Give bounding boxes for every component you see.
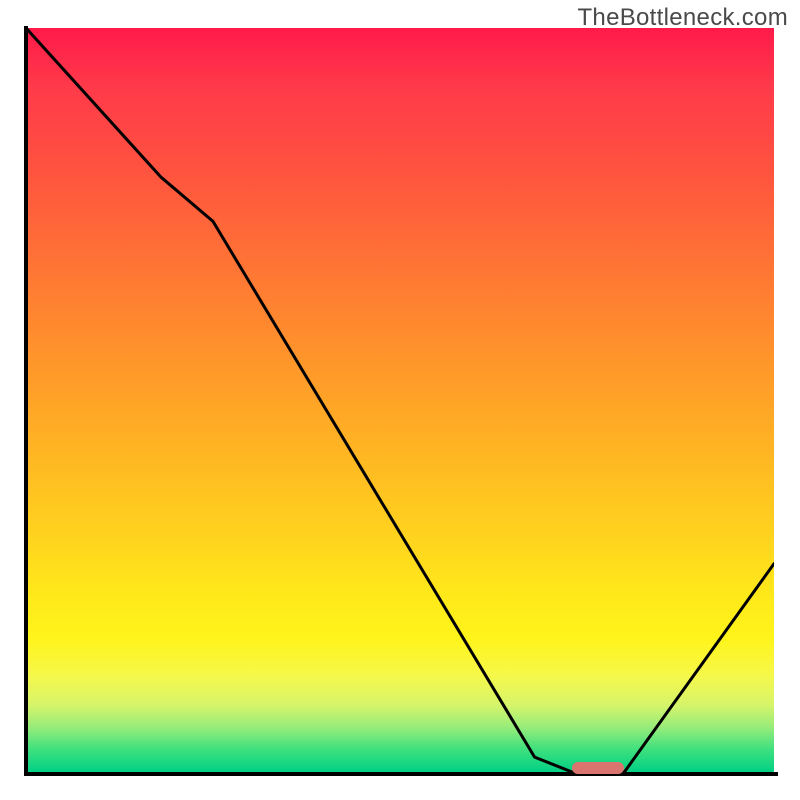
curve-layer [26,28,774,772]
chart-frame: TheBottleneck.com [0,0,800,800]
x-axis [24,772,778,776]
optimal-range-marker [572,762,624,774]
bottleneck-curve [26,28,774,772]
watermark-text: TheBottleneck.com [577,4,788,32]
y-axis [24,26,28,776]
